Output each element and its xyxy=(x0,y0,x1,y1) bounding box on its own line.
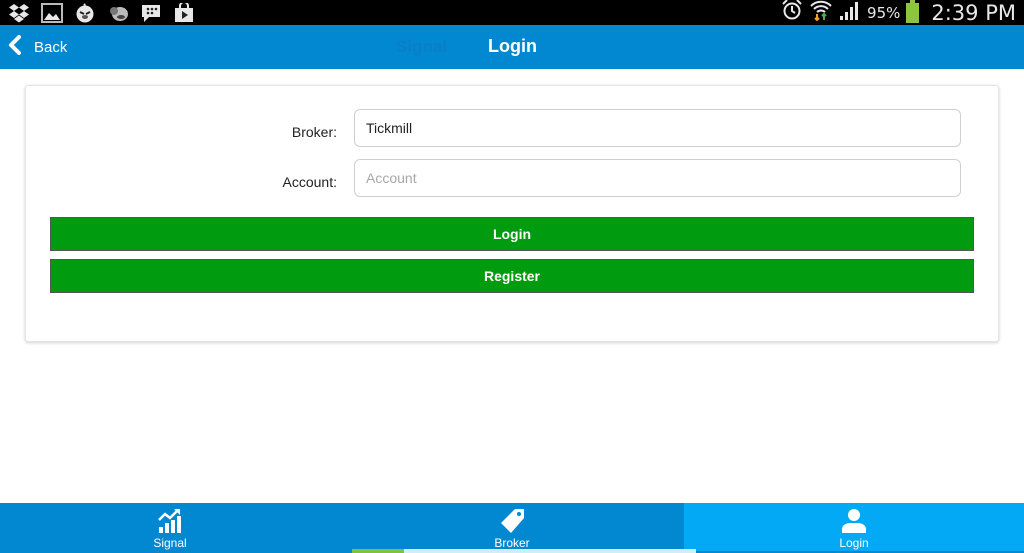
chart-trend-icon xyxy=(156,508,184,534)
wifi-icon xyxy=(809,0,833,26)
login-card: Broker: Account: Login Register xyxy=(25,85,999,342)
battery-icon xyxy=(906,0,920,23)
tab-signal-label: Signal xyxy=(153,536,187,550)
nav-bar: Back Signal Login xyxy=(0,25,1024,69)
system-status: 95% 2:39 PM xyxy=(781,0,1016,25)
register-button[interactable]: Register xyxy=(50,259,974,293)
tab-signal[interactable]: Signal xyxy=(0,503,340,551)
broker-label: Broker: xyxy=(291,124,337,140)
login-button[interactable]: Login xyxy=(50,217,974,251)
bbm-icon xyxy=(140,3,162,23)
tab-broker-label: Broker xyxy=(494,536,530,550)
previous-title: Signal xyxy=(396,37,448,56)
tab-login-label: Login xyxy=(839,536,869,550)
user-icon xyxy=(840,508,868,534)
game-icon xyxy=(107,3,129,23)
signal-icon xyxy=(839,0,861,25)
back-label: Back xyxy=(34,38,68,56)
tag-icon xyxy=(498,508,526,534)
tab-login[interactable]: Login xyxy=(684,503,1024,551)
account-field[interactable] xyxy=(354,159,961,197)
chevron-left-icon xyxy=(8,34,22,60)
loading-progress-bar xyxy=(352,549,696,553)
battery-percent: 95% xyxy=(867,3,901,22)
tab-bar: Signal Broker Login xyxy=(0,503,1024,553)
back-button[interactable]: Back xyxy=(8,25,67,69)
status-bar: 95% 2:39 PM xyxy=(0,0,1024,25)
gallery-icon xyxy=(41,2,63,23)
play-store-icon xyxy=(173,2,195,23)
dropbox-icon xyxy=(8,3,30,23)
broker-field[interactable] xyxy=(354,109,961,147)
notification-icons xyxy=(8,2,195,23)
angry-bird-icon xyxy=(74,2,96,23)
tab-broker[interactable]: Broker xyxy=(342,503,682,551)
page-title: Login xyxy=(488,36,537,56)
loading-progress-fill xyxy=(352,549,404,553)
alarm-icon xyxy=(781,0,803,26)
account-label: Account: xyxy=(282,174,337,190)
clock: 2:39 PM xyxy=(931,0,1016,25)
